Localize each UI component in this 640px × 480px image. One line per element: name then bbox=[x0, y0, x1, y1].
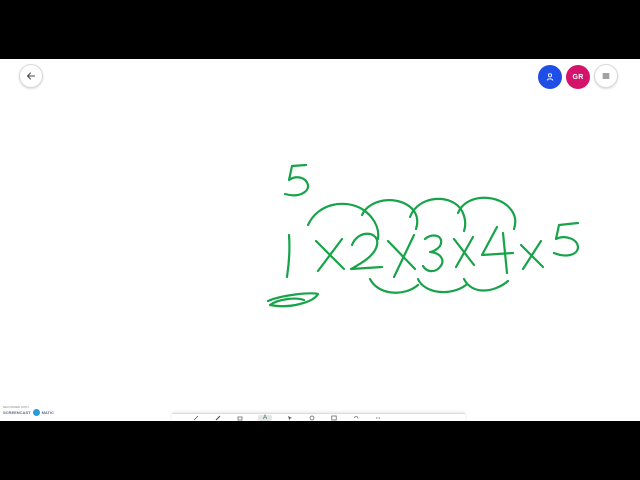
ink-times-1 bbox=[314, 237, 346, 273]
ink-times-3 bbox=[452, 235, 476, 269]
watermark-brand-suffix: MATIC bbox=[41, 409, 54, 415]
ink-arc-bottom-2 bbox=[416, 277, 468, 294]
ink-times-2 bbox=[386, 233, 417, 279]
handwriting-ink bbox=[266, 163, 580, 308]
image-tool-icon[interactable] bbox=[330, 415, 338, 421]
watermark-brand-name: SCREENCAST bbox=[3, 409, 31, 415]
text-tool-label: A bbox=[262, 414, 267, 421]
recording-watermark: RECORDED WITH SCREENCAST MATIC bbox=[3, 405, 63, 419]
screencast-logo-icon bbox=[32, 409, 40, 416]
whiteboard-canvas[interactable]: GR RECORDED WITH SCREENCAST MATIC bbox=[0, 59, 640, 421]
ink-digit-5 bbox=[552, 221, 580, 257]
shape-tool-icon[interactable] bbox=[308, 415, 316, 421]
ink-arc-bottom-3 bbox=[462, 277, 510, 292]
ink-times-4 bbox=[519, 239, 545, 271]
ink-arc-top-3 bbox=[408, 197, 467, 233]
ink-underline-scribble bbox=[266, 292, 320, 308]
pen-tool-icon[interactable] bbox=[192, 415, 200, 421]
ink-digit-1 bbox=[285, 233, 291, 279]
ink-digit-3 bbox=[421, 234, 444, 273]
text-tool-button[interactable]: A bbox=[258, 414, 272, 421]
ink-digit-4 bbox=[480, 225, 515, 275]
ink-digit-5-top bbox=[283, 163, 310, 197]
ink-arc-top-4 bbox=[456, 196, 517, 231]
drawing-toolbar: A bbox=[172, 413, 465, 421]
select-tool-icon[interactable] bbox=[286, 415, 294, 421]
undo-tool-icon[interactable] bbox=[352, 415, 360, 421]
more-tool-icon[interactable] bbox=[374, 415, 382, 421]
eraser-tool-icon[interactable] bbox=[236, 415, 244, 421]
watermark-brand: SCREENCAST MATIC bbox=[3, 409, 63, 416]
ink-arc-bottom-1 bbox=[368, 277, 420, 294]
app-window: GR RECORDED WITH SCREENCAST MATIC A bbox=[0, 0, 640, 480]
highlighter-tool-icon[interactable] bbox=[214, 415, 222, 421]
